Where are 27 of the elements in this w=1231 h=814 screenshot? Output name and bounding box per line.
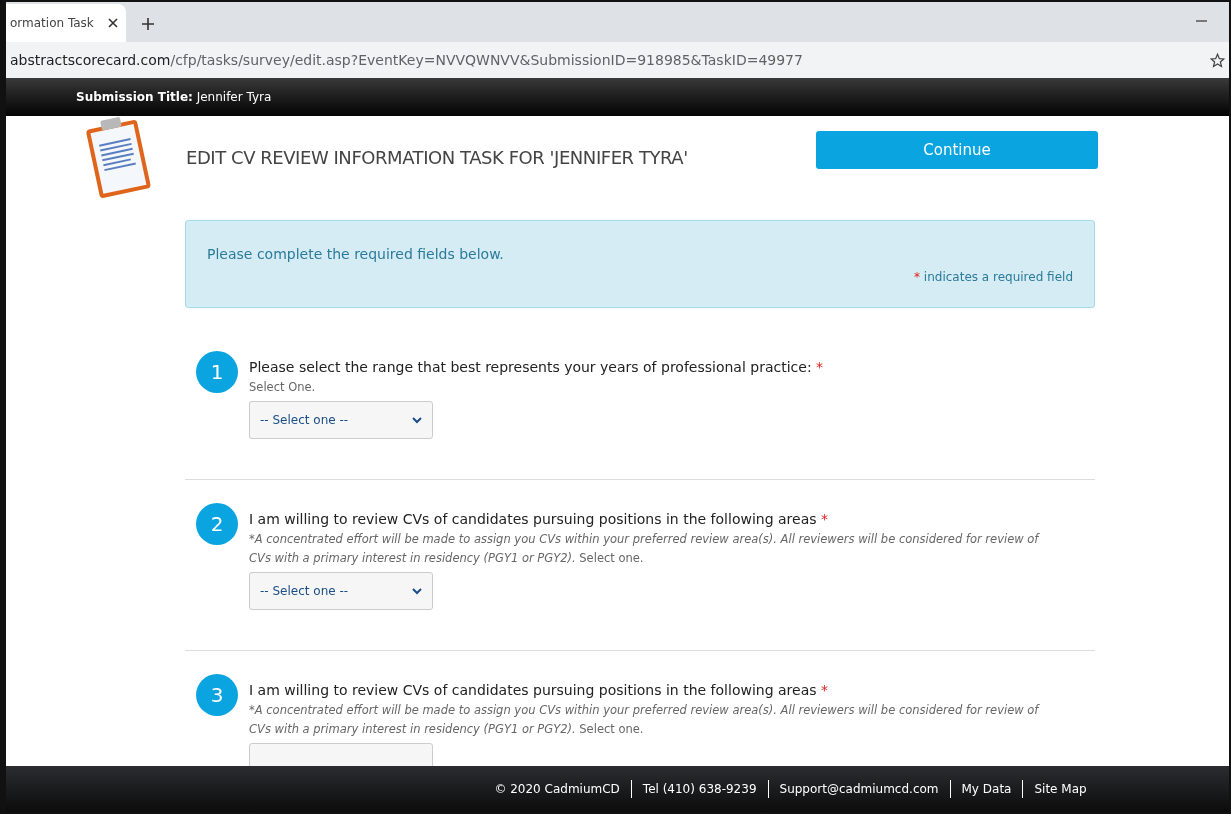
chevron-down-icon [412,416,422,424]
footer-link[interactable]: Site Map [1022,780,1098,798]
select-dropdown[interactable]: -- Select one -- [249,401,433,439]
question-text: I am willing to review CVs of candidates pursuing positions in the following areas * [249,681,829,700]
footer-link[interactable]: Support@cadmiumcd.com [767,780,950,798]
footer-link[interactable]: © 2020 CadmiumCD [483,780,631,798]
alert-message: Please complete the required fields below. [207,245,504,264]
step-number: 2 [196,503,238,545]
submission-title: Submission Title: Jennifer Tyra [76,89,272,106]
tab-title: ormation Task [10,15,95,32]
close-icon[interactable] [108,18,118,28]
star-icon[interactable] [1210,52,1225,68]
browser-tab[interactable]: ormation Task [6,4,126,42]
page-title: EDIT CV REVIEW INFORMATION TASK FOR 'JENNIFER TYRA' [186,146,688,170]
help-text: Select One. [249,379,317,396]
select-dropdown[interactable]: -- Select one -- [249,572,433,610]
step-number: 1 [196,351,238,393]
question-text: I am willing to review CVs of candidates pursuing positions in the following areas * [249,510,829,529]
new-tab-icon[interactable] [142,18,154,30]
chevron-down-icon [412,587,422,595]
help-text: *A concentrated effort will be made to assign you CVs within your preferred review area(s). All reviewers will be considered for review of CVs with a primary interest in residency (PGY1 or PGY2). Select one. [249,702,1041,738]
required-note: * indicates a required field [914,269,1073,286]
footer-link[interactable]: My Data [949,780,1023,798]
question-text: Please select the range that best represents your years of professional practice: * [249,358,825,377]
step-number: 3 [196,674,238,716]
help-text: *A concentrated effort will be made to assign you CVs within your preferred review area(s). All reviewers will be considered for review of CVs with a primary interest in residency (PGY1 or PGY2). Select one. [249,531,1041,567]
footer-link[interactable]: Tel (410) 638-9239 [630,780,768,798]
